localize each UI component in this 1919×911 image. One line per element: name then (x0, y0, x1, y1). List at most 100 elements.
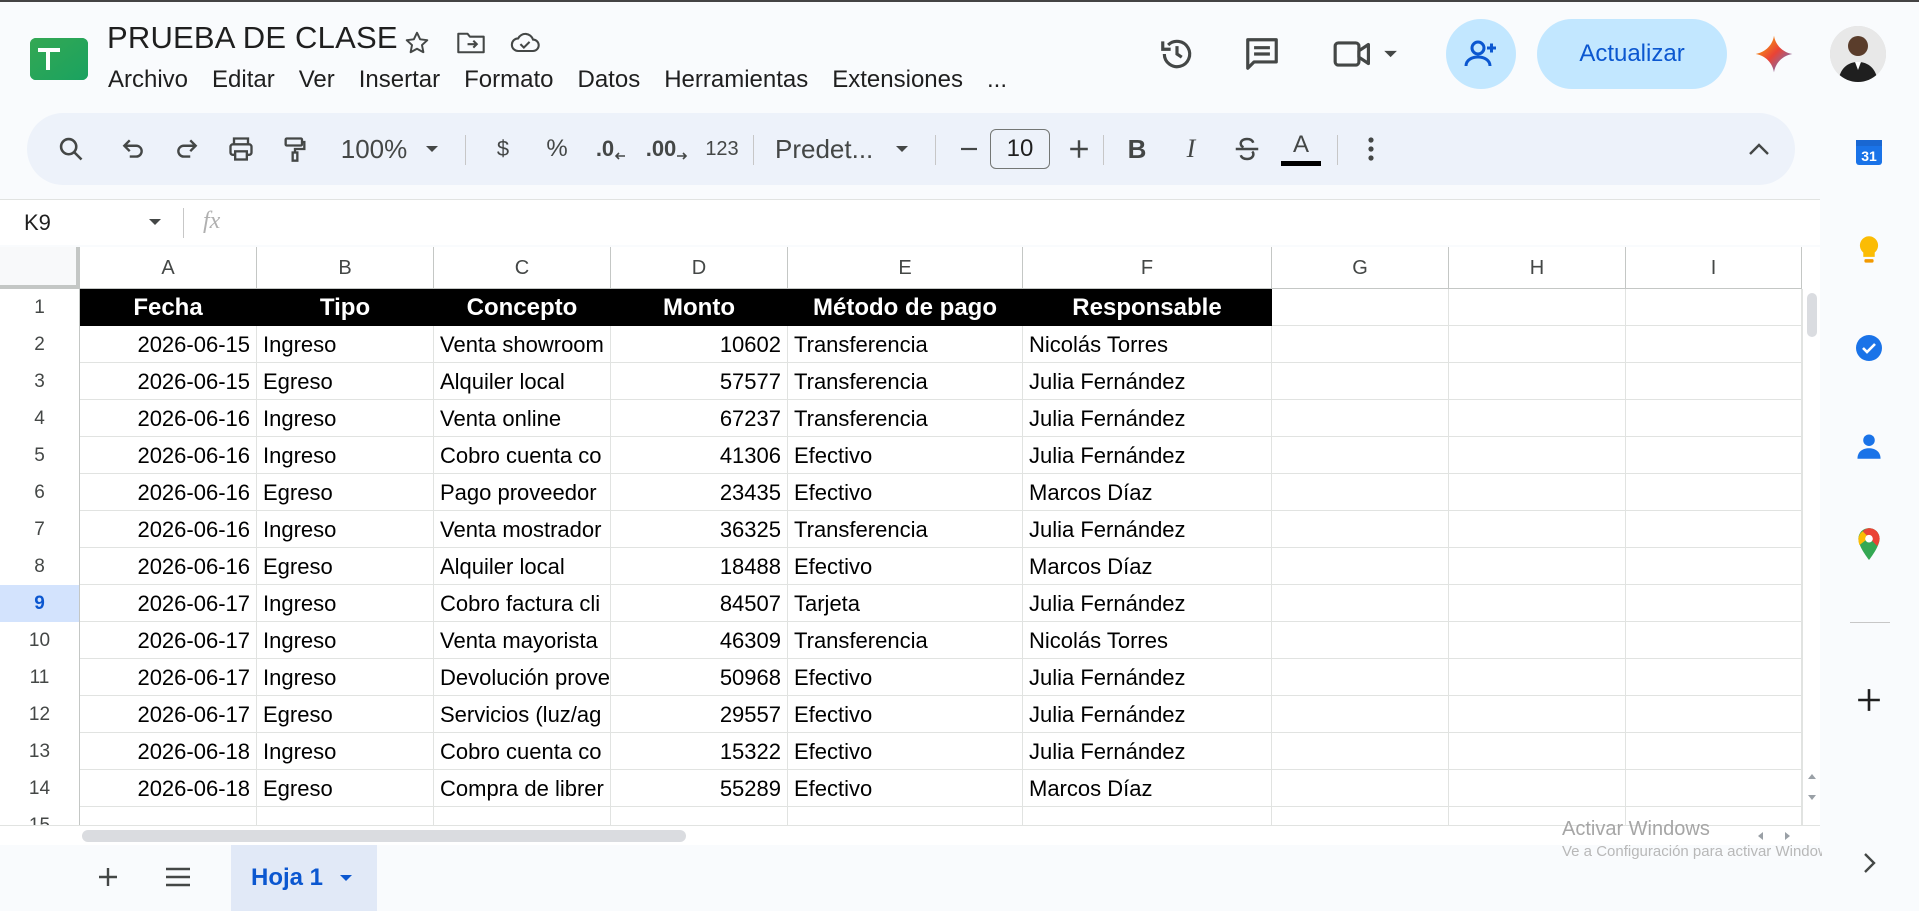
row-header[interactable]: 7 (0, 511, 80, 548)
cell-b9[interactable]: Ingreso (257, 585, 434, 622)
cell-f4[interactable]: Julia Fernández (1023, 400, 1272, 437)
cell-g11[interactable] (1272, 659, 1449, 696)
cell-e4[interactable]: Transferencia (788, 400, 1023, 437)
cell-e14[interactable]: Efectivo (788, 770, 1023, 807)
cell-d13[interactable]: 15322 (611, 733, 788, 770)
row-header[interactable]: 10 (0, 622, 80, 659)
cell-a14[interactable]: 2026-06-18 (80, 770, 257, 807)
column-header-d[interactable]: D (611, 247, 788, 289)
zoom-select[interactable]: 100% (335, 113, 445, 185)
menu-formato[interactable]: Formato (452, 64, 565, 96)
cell-f5[interactable]: Julia Fernández (1023, 437, 1272, 474)
show-side-panel-chevron-right-icon[interactable] (1849, 843, 1889, 883)
cell-i5[interactable] (1626, 437, 1802, 474)
cell-b4[interactable]: Ingreso (257, 400, 434, 437)
cell-f9[interactable]: Julia Fernández (1023, 585, 1272, 622)
cell-i3[interactable] (1626, 363, 1802, 400)
cell-e6[interactable]: Efectivo (788, 474, 1023, 511)
increase-font-size-icon[interactable] (1061, 113, 1097, 185)
cell-h6[interactable] (1449, 474, 1626, 511)
bold-button[interactable]: B (1117, 113, 1157, 185)
cell-e12[interactable]: Efectivo (788, 696, 1023, 733)
cell-i8[interactable] (1626, 548, 1802, 585)
cell-f6[interactable]: Marcos Díaz (1023, 474, 1272, 511)
cell-f15[interactable] (1023, 807, 1272, 825)
cell-i9[interactable] (1626, 585, 1802, 622)
cell-e1[interactable]: Método de pago (788, 289, 1023, 326)
scroll-right-arrow-icon[interactable] (1784, 831, 1792, 841)
document-title[interactable]: PRUEBA DE CLASE (107, 20, 398, 56)
cell-g12[interactable] (1272, 696, 1449, 733)
cell-d11[interactable]: 50968 (611, 659, 788, 696)
cell-h7[interactable] (1449, 511, 1626, 548)
cell-d10[interactable]: 46309 (611, 622, 788, 659)
cell-a2[interactable]: 2026-06-15 (80, 326, 257, 363)
cell-b2[interactable]: Ingreso (257, 326, 434, 363)
cell-h14[interactable] (1449, 770, 1626, 807)
cell-a7[interactable]: 2026-06-16 (80, 511, 257, 548)
cell-e7[interactable]: Transferencia (788, 511, 1023, 548)
cell-h2[interactable] (1449, 326, 1626, 363)
cell-d9[interactable]: 84507 (611, 585, 788, 622)
update-button[interactable]: Actualizar (1537, 19, 1727, 89)
cell-a9[interactable]: 2026-06-17 (80, 585, 257, 622)
cell-i14[interactable] (1626, 770, 1802, 807)
cell-b8[interactable]: Egreso (257, 548, 434, 585)
percent-format-button[interactable]: % (537, 113, 577, 185)
row-header[interactable]: 11 (0, 659, 80, 696)
currency-format-button[interactable]: $ (483, 113, 523, 185)
cell-f1[interactable]: Responsable (1023, 289, 1272, 326)
cell-d12[interactable]: 29557 (611, 696, 788, 733)
cell-g13[interactable] (1272, 733, 1449, 770)
cell-e8[interactable]: Efectivo (788, 548, 1023, 585)
text-color-button[interactable]: A (1279, 113, 1323, 185)
cell-b6[interactable]: Egreso (257, 474, 434, 511)
cell-d6[interactable]: 23435 (611, 474, 788, 511)
row-header[interactable]: 6 (0, 474, 80, 511)
cell-a5[interactable]: 2026-06-16 (80, 437, 257, 474)
cell-c11[interactable]: Devolución prove (434, 659, 611, 696)
cell-b13[interactable]: Ingreso (257, 733, 434, 770)
menu-insertar[interactable]: Insertar (347, 64, 452, 96)
cell-a8[interactable]: 2026-06-16 (80, 548, 257, 585)
cell-g14[interactable] (1272, 770, 1449, 807)
cell-b14[interactable]: Egreso (257, 770, 434, 807)
cell-h5[interactable] (1449, 437, 1626, 474)
cell-g9[interactable] (1272, 585, 1449, 622)
cell-h11[interactable] (1449, 659, 1626, 696)
cell-a3[interactable]: 2026-06-15 (80, 363, 257, 400)
cell-i11[interactable] (1626, 659, 1802, 696)
cell-g5[interactable] (1272, 437, 1449, 474)
cell-d8[interactable]: 18488 (611, 548, 788, 585)
cell-d7[interactable]: 36325 (611, 511, 788, 548)
cell-a4[interactable]: 2026-06-16 (80, 400, 257, 437)
cell-c2[interactable]: Venta showroom (434, 326, 611, 363)
cell-c13[interactable]: Cobro cuenta co (434, 733, 611, 770)
cell-i1[interactable] (1626, 289, 1802, 326)
cell-g1[interactable] (1272, 289, 1449, 326)
cell-b12[interactable]: Egreso (257, 696, 434, 733)
menu-extensiones[interactable]: Extensiones (820, 64, 975, 96)
decrease-font-size-icon[interactable] (951, 113, 987, 185)
cell-c5[interactable]: Cobro cuenta co (434, 437, 611, 474)
row-header[interactable]: 2 (0, 326, 80, 363)
row-header[interactable]: 15 (0, 807, 80, 825)
cell-f7[interactable]: Julia Fernández (1023, 511, 1272, 548)
cell-a15[interactable] (80, 807, 257, 825)
redo-icon[interactable] (167, 113, 207, 185)
more-vert-icon[interactable] (1351, 113, 1391, 185)
star-icon[interactable] (400, 26, 434, 60)
cell-i7[interactable] (1626, 511, 1802, 548)
gemini-icon[interactable] (1752, 32, 1796, 76)
cell-c8[interactable]: Alquiler local (434, 548, 611, 585)
row-header[interactable]: 4 (0, 400, 80, 437)
share-button[interactable] (1446, 19, 1516, 89)
cell-c7[interactable]: Venta mostrador (434, 511, 611, 548)
cell-d1[interactable]: Monto (611, 289, 788, 326)
calendar-icon[interactable]: 31 (1849, 132, 1889, 172)
cell-h1[interactable] (1449, 289, 1626, 326)
cell-g6[interactable] (1272, 474, 1449, 511)
cell-a11[interactable]: 2026-06-17 (80, 659, 257, 696)
cell-e2[interactable]: Transferencia (788, 326, 1023, 363)
column-header-g[interactable]: G (1272, 247, 1449, 289)
